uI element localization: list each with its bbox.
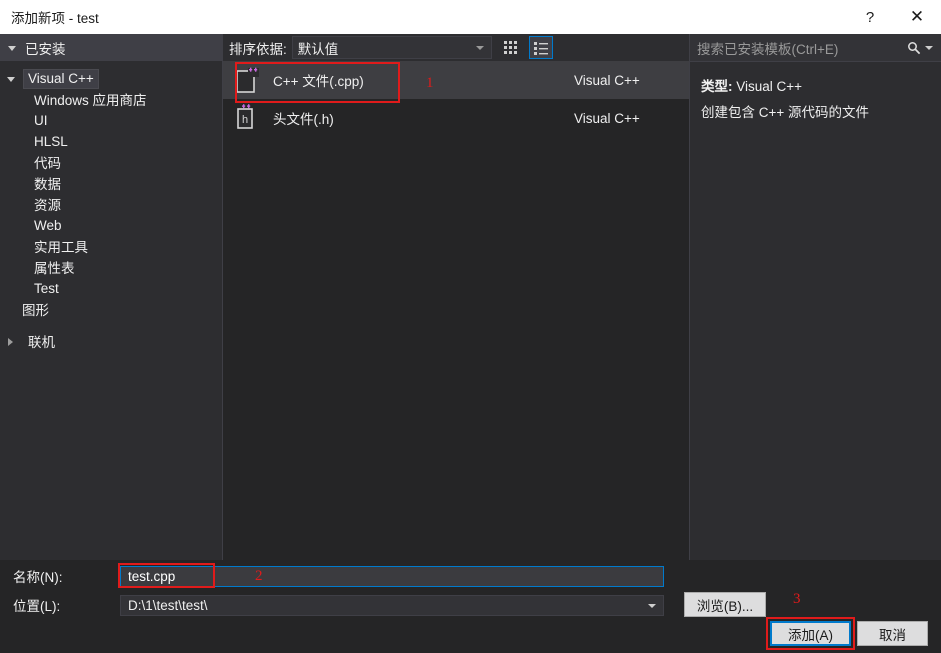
add-new-item-dialog: 添加新项 - test ? ✕ 已安装 Visual C++ Windows 应… <box>0 0 941 653</box>
annotation-marker-3: 3 <box>793 591 801 607</box>
annotation-box-2 <box>118 563 215 588</box>
annotation-overlay: 1 2 3 <box>0 0 941 653</box>
annotation-marker-2: 2 <box>255 568 263 584</box>
annotation-box-3 <box>766 617 855 650</box>
annotation-box-1 <box>235 62 400 103</box>
annotation-marker-1: 1 <box>426 75 434 91</box>
